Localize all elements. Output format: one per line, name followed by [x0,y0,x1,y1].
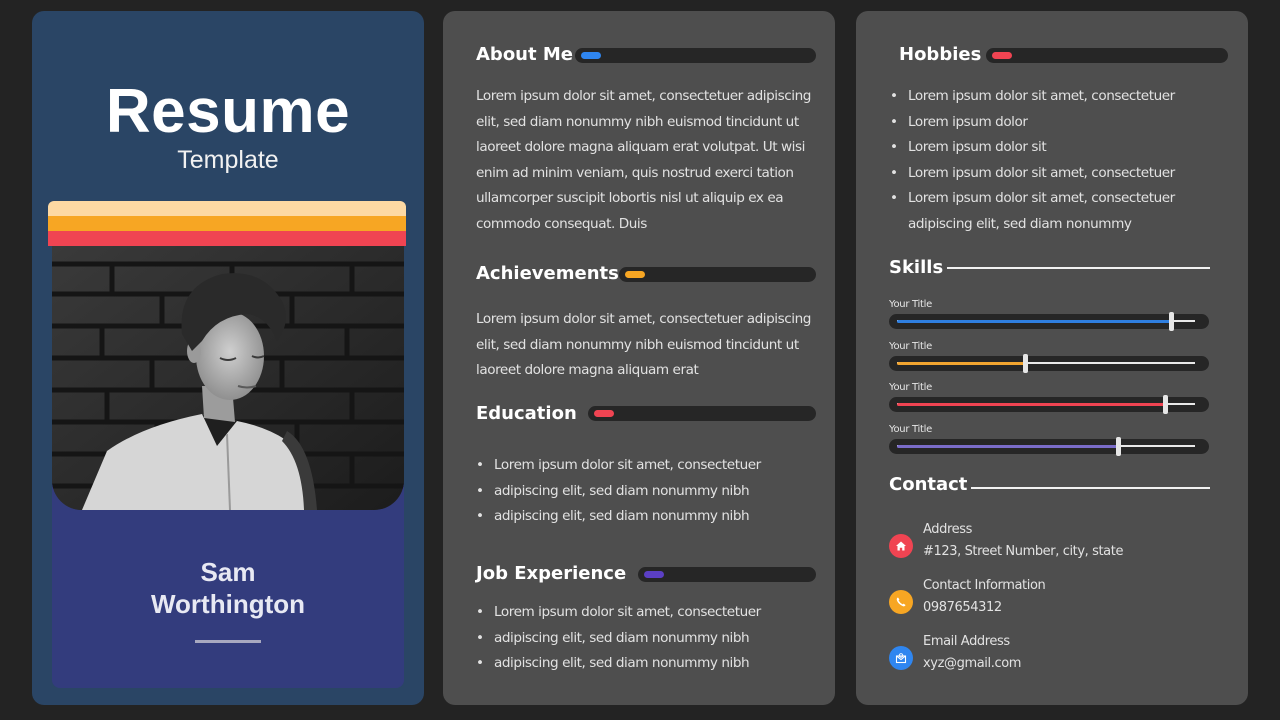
skill-thumb[interactable] [1163,395,1169,414]
contact-label: Address [923,522,972,537]
education-item: Lorem ipsum dolor sit amet, consectetuer [476,453,821,479]
details-panel: About Me Lorem ipsum dolor sit amet, con… [443,11,835,705]
hobby-item: Lorem ipsum dolor sit amet, consectetuer [890,84,1220,110]
mail-icon [889,646,913,670]
education-list: Lorem ipsum dolor sit amet, consectetuer… [476,453,821,530]
skill-fill [897,444,1118,448]
skill-slider[interactable] [889,436,1209,456]
contact-value: #123, Street Number, city, state [923,544,1124,559]
achievements-accent-bar [619,267,816,282]
achievements-text: Lorem ipsum dolor sit amet, consectetuer… [476,311,811,378]
last-name: Worthington [150,589,306,619]
skill-thumb[interactable] [1169,312,1175,331]
about-accent-bar [575,48,816,63]
profile-panel: Resume Template Sam Worthington [32,11,424,705]
skill-label: Your Title [889,382,932,393]
hobbies-accent-bar [986,48,1228,63]
resume-subtitle: Template [177,146,279,174]
job-title: Job Experience [476,563,627,584]
hobbies-accent-pill [992,52,1012,59]
skill-label: Your Title [889,340,932,352]
education-accent-pill [594,410,614,417]
education-title: Education [476,403,577,424]
hobbies-list: Lorem ipsum dolor sit amet, consectetuer… [890,84,1220,237]
education-item: adipiscing elit, sed diam nonummy nibh [476,479,821,505]
about-accent-pill [581,52,601,59]
home-icon [889,534,913,558]
contact-title: Contact [889,474,968,495]
skill-thumb[interactable] [1023,353,1029,373]
profile-card: Sam Worthington [48,201,406,688]
skill-fill [897,361,1026,365]
phone-icon [889,590,913,614]
name-divider [195,640,261,643]
achievements-accent-pill [625,271,645,278]
skills-title: Skills [889,257,944,278]
skill-slider[interactable] [889,353,1209,373]
job-item: adipiscing elit, sed diam nonummy nibh [476,651,821,677]
contact-label: Contact Information [923,578,1046,593]
skill-slider[interactable] [889,395,1209,414]
hobby-item: Lorem ipsum dolor [890,110,1220,136]
stripe-red [48,231,406,246]
skills-rule [947,267,1210,269]
extras-panel: Hobbies Lorem ipsum dolor sit amet, cons… [856,11,1248,705]
stripe-cream [48,201,406,216]
resume-title: Resume [105,77,351,146]
skill-label: Your Title [889,423,932,435]
portrait-illustration [52,246,404,510]
hobbies-title: Hobbies [899,44,982,65]
job-accent-bar [638,567,816,582]
skill-slider[interactable] [889,312,1209,331]
skill-thumb[interactable] [1115,436,1121,456]
hobby-item: Lorem ipsum dolor sit amet, consectetuer [890,161,1220,187]
skill-fill [897,403,1166,406]
contact-value: 0987654312 [923,600,1002,615]
job-list: Lorem ipsum dolor sit amet, consectetuer… [476,600,821,677]
education-accent-bar [588,406,816,421]
job-item: Lorem ipsum dolor sit amet, consectetuer [476,600,821,626]
job-accent-pill [644,571,664,578]
about-title: About Me [476,44,573,65]
first-name: Sam [200,557,256,587]
contact-value[interactable]: xyz@gmail.com [923,656,1021,671]
job-item: adipiscing elit, sed diam nonummy nibh [476,626,821,652]
person-name: Sam Worthington [52,556,404,620]
hobby-item: Lorem ipsum dolor sit [890,135,1220,161]
stripe-orange [48,216,406,231]
about-text: Lorem ipsum dolor sit amet, consectetuer… [476,88,811,232]
contact-rule [971,487,1210,489]
profile-photo [52,246,404,510]
achievements-title: Achievements [476,263,619,284]
skill-fill [897,320,1172,323]
hobby-item: Lorem ipsum dolor sit amet, consectetuer… [890,186,1220,237]
education-item: adipiscing elit, sed diam nonummy nibh [476,504,821,530]
contact-label: Email Address [923,634,1010,649]
skill-label: Your Title [889,299,932,310]
